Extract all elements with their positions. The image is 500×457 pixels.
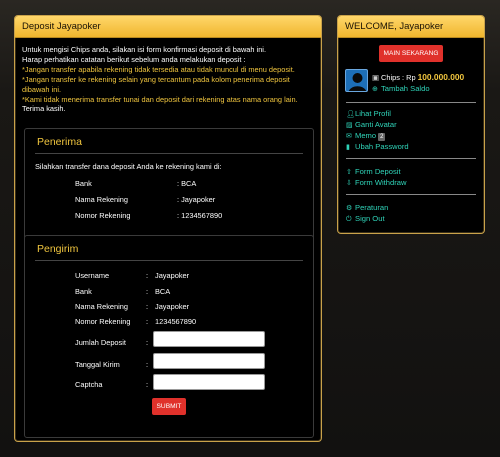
upload-icon: ⇧ (346, 169, 352, 176)
gear-icon: ⚙ (346, 205, 353, 212)
plus-circle-icon: ⊕ (372, 86, 378, 93)
intro-warning: *Jangan transfer ke rekening selain yang… (22, 74, 290, 84)
divider (346, 102, 476, 103)
sidebar-item-label: Lihat Profil (355, 109, 391, 118)
intro-line: Harap perhatikan catatan berikut sebelum… (22, 54, 246, 64)
captcha-input[interactable] (153, 374, 265, 390)
captcha-label: Captcha (75, 380, 103, 389)
pengirim-label: Nama Rekening (75, 302, 128, 311)
divider (35, 153, 303, 154)
penerima-value: : Jayapoker (177, 195, 216, 204)
penerima-label: Nomor Rekening (75, 211, 131, 220)
pengirim-section: Pengirim Username : Jayapoker Bank : BCA… (24, 235, 314, 438)
play-now-button[interactable]: MAIN SEKARANG (379, 45, 443, 62)
deposit-panel: Deposit Jayapoker Untuk mengisi Chips an… (14, 15, 322, 442)
chips-icon: ▣ (372, 73, 379, 82)
submit-button[interactable]: SUBMIT (152, 398, 186, 415)
top-up-label: Tambah Saldo (381, 84, 430, 93)
sidebar-item-profile[interactable]: 👤︎Lihat Profil (346, 109, 391, 118)
memo-count-badge: 2 (378, 133, 386, 141)
deposit-instructions: Untuk mengisi Chips anda, silakan isi fo… (15, 38, 321, 114)
penerima-label: Bank (75, 179, 92, 188)
intro-line: Terima kasih. (22, 104, 66, 114)
pengirim-label: Nomor Rekening (75, 317, 131, 326)
sidebar-item-label: Form Deposit (355, 167, 401, 176)
sign-out-icon: ⏻ (346, 216, 352, 223)
image-icon: ▨ (346, 122, 353, 129)
transfer-date-input[interactable] (153, 353, 265, 369)
sidebar-item-label: Peraturan (355, 203, 389, 212)
pengirim-colon: : (146, 287, 149, 296)
penerima-value: : BCA (177, 179, 197, 188)
avatar[interactable] (345, 69, 368, 92)
sidebar-item-label: Ubah Password (355, 142, 409, 151)
sidebar-item-label: Form Withdraw (355, 178, 407, 187)
pengirim-value: BCA (155, 287, 171, 296)
sidebar-item-rules[interactable]: ⚙ Peraturan (346, 203, 388, 212)
penerima-label: Nama Rekening (75, 195, 128, 204)
divider (346, 158, 476, 159)
penerima-title: Penerima (37, 136, 82, 148)
pengirim-label: Bank (75, 287, 92, 296)
pengirim-value: Jayapoker (155, 302, 190, 311)
intro-warning: *Jangan transfer apabila rekening tidak … (22, 64, 295, 74)
intro-line: Untuk mengisi Chips anda, silakan isi fo… (22, 45, 267, 54)
sidebar-item-label: Sign Out (355, 214, 385, 223)
pengirim-colon: : (146, 302, 149, 311)
download-icon: ⇩ (346, 180, 352, 187)
sidebar-item-password[interactable]: ▮ Ubah Password (346, 142, 409, 151)
divider (346, 194, 476, 195)
intro-warning: *Kami tidak menerima transfer tunai dan … (22, 94, 298, 104)
pengirim-colon: : (146, 317, 149, 326)
penerima-section: Penerima Silahkan transfer dana deposit … (24, 128, 314, 240)
penerima-instruction: Silahkan transfer dana deposit Anda ke r… (35, 162, 222, 171)
sidebar-item-withdraw[interactable]: ⇩ Form Withdraw (346, 178, 406, 187)
deposit-amount-input[interactable] (153, 331, 265, 347)
sidebar-item-signout[interactable]: ⏻ Sign Out (346, 214, 385, 224)
user-icon: 👤︎ (346, 111, 355, 118)
pengirim-value: Jayapoker (155, 271, 190, 280)
transfer-date-label: Tanggal Kirim (75, 360, 120, 369)
top-up-link[interactable]: ⊕ Tambah Saldo (372, 84, 430, 93)
pengirim-colon: : (146, 380, 149, 389)
welcome-panel: WELCOME, Jayapoker MAIN SEKARANG ▣ Chips… (337, 15, 485, 234)
chips-display: ▣ Chips : Rp 100.000.000 (372, 72, 464, 82)
sidebar-item-deposit[interactable]: ⇧ Form Deposit (346, 167, 401, 176)
welcome-header: WELCOME, Jayapoker (338, 16, 484, 38)
penerima-value: : 1234567890 (177, 211, 223, 220)
pengirim-title: Pengirim (37, 243, 79, 255)
chips-label: Chips : Rp (381, 73, 418, 82)
avatar-icon (348, 73, 367, 91)
sidebar-item-label: Ganti Avatar (355, 120, 397, 129)
envelope-icon: ✉ (346, 133, 352, 140)
pengirim-colon: : (146, 271, 149, 280)
pengirim-value: 1234567890 (155, 317, 197, 326)
pengirim-colon: : (146, 338, 149, 347)
lock-icon: ▮ (346, 144, 350, 151)
pengirim-label: Username (75, 271, 110, 280)
deposit-amount-label: Jumlah Deposit (75, 338, 126, 347)
divider (35, 260, 303, 261)
chips-value: 100.000.000 (417, 72, 465, 82)
sidebar-item-label: Memo (355, 131, 377, 140)
intro-warning: dibawah ini. (22, 84, 62, 94)
pengirim-colon: : (146, 360, 149, 369)
deposit-panel-header: Deposit Jayapoker (15, 16, 321, 38)
sidebar-item-avatar[interactable]: ▨ Ganti Avatar (346, 120, 397, 129)
sidebar-item-memo[interactable]: ✉ Memo 2 (346, 131, 386, 141)
